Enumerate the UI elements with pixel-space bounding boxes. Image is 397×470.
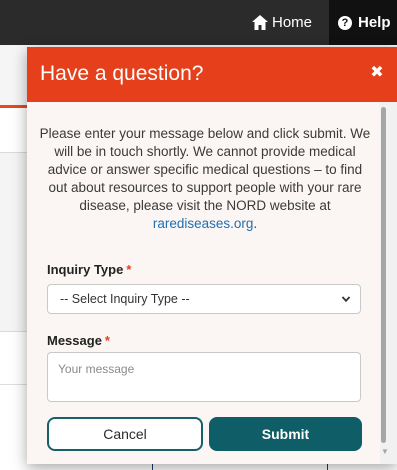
rarediseases-link[interactable]: rarediseases.org bbox=[153, 216, 254, 231]
required-marker: * bbox=[104, 333, 110, 348]
nav-home-link[interactable]: Home bbox=[252, 0, 312, 45]
close-icon[interactable]: ✖ bbox=[369, 65, 385, 81]
chevron-down-icon bbox=[341, 296, 351, 303]
inquiry-type-select[interactable]: -- Select Inquiry Type -- bbox=[47, 284, 361, 314]
home-icon bbox=[252, 15, 268, 30]
modal-title: Have a question? bbox=[40, 62, 204, 85]
nav-home-label: Home bbox=[272, 14, 313, 31]
message-textarea[interactable]: Your message bbox=[47, 352, 361, 402]
intro-end: . bbox=[253, 216, 258, 231]
inquiry-type-label: Inquiry Type * bbox=[47, 262, 131, 277]
question-modal: Have a question? ✖ ▼ Please enter your m… bbox=[27, 47, 397, 464]
cancel-button[interactable]: Cancel bbox=[47, 417, 203, 451]
nav-help-label: Help bbox=[358, 14, 391, 31]
top-navigation-bar: Home ? Help bbox=[0, 0, 397, 45]
nav-help-link[interactable]: ? Help bbox=[329, 0, 397, 45]
message-label: Message * bbox=[47, 333, 110, 348]
inquiry-type-label-text: Inquiry Type bbox=[47, 262, 124, 277]
message-label-text: Message bbox=[47, 333, 102, 348]
inquiry-type-selected: -- Select Inquiry Type -- bbox=[60, 292, 190, 306]
message-placeholder: Your message bbox=[58, 362, 135, 376]
scrollbar-thumb[interactable] bbox=[381, 107, 386, 443]
submit-button[interactable]: Submit bbox=[209, 417, 362, 451]
help-circle-icon: ? bbox=[338, 15, 352, 30]
modal-header: Have a question? ✖ bbox=[27, 47, 397, 102]
intro-message: Please enter your message below and clic… bbox=[37, 125, 373, 233]
required-marker: * bbox=[126, 262, 132, 277]
scroll-down-arrow-icon[interactable]: ▼ bbox=[381, 448, 389, 456]
intro-text: Please enter your message below and clic… bbox=[39, 126, 371, 213]
